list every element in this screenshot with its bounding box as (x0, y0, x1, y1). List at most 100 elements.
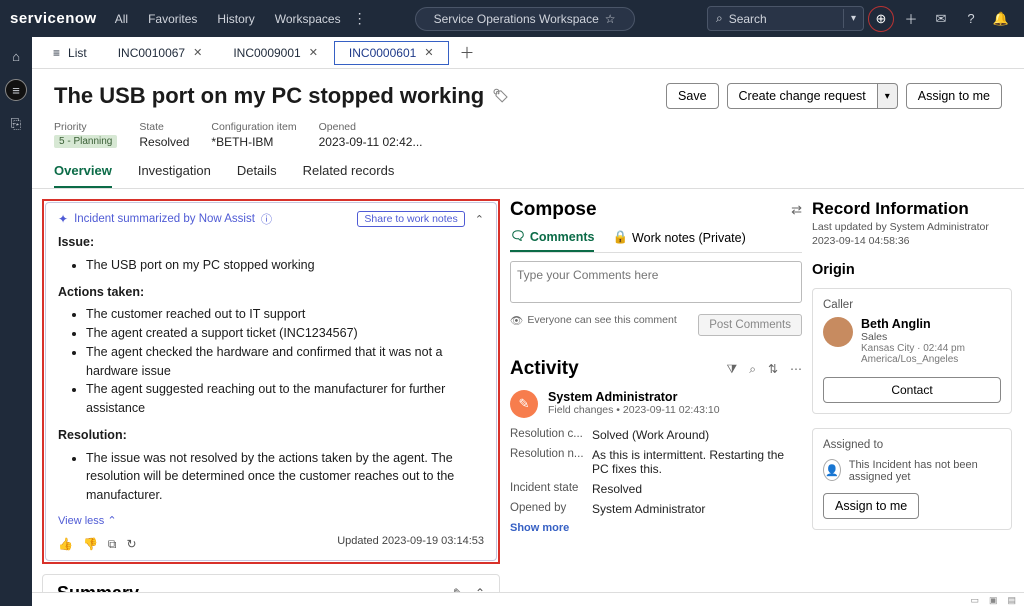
sparkle-icon: ✦ (58, 212, 68, 226)
comments-tab[interactable]: 🗨Comments (510, 229, 594, 252)
priority-badge: 5 - Planning (54, 135, 117, 148)
inbox-icon[interactable]: ⎘ (5, 113, 27, 135)
nav-history[interactable]: History (217, 12, 254, 26)
left-rail: ⌂ ≡ ⎘ (0, 37, 32, 606)
tab-inc0000601[interactable]: INC0000601✕ (334, 41, 449, 65)
field-value: System Administrator (592, 502, 802, 516)
compose-config-icon[interactable]: ⇄ (791, 202, 802, 218)
tab-details[interactable]: Details (237, 163, 277, 188)
nav-favorites[interactable]: Favorites (148, 12, 197, 26)
close-icon[interactable]: ✕ (193, 46, 202, 59)
tab-inc0010067[interactable]: INC0010067✕ (103, 41, 218, 65)
assist-heading: Incident summarized by Now Assist (74, 213, 255, 225)
assigned-card: Assigned to 👤 This Incident has not been… (812, 428, 1012, 530)
tag-icon[interactable]: 🏷 (492, 88, 509, 104)
chat-icon[interactable]: ✉ (928, 6, 954, 32)
status-icon: ▣ (989, 595, 998, 604)
more-icon[interactable]: ⋯ (790, 362, 802, 376)
comments-input[interactable] (510, 261, 802, 303)
contact-button[interactable]: Contact (823, 377, 1001, 403)
compose-title: Compose (510, 199, 597, 221)
workspace-pill[interactable]: Service Operations Workspace ☆ (415, 7, 635, 31)
bell-icon[interactable]: 🔔 (988, 6, 1014, 32)
tab-list[interactable]: ≡List (38, 41, 102, 65)
visibility-note: Everyone can see this comment (527, 314, 676, 327)
thumbs-down-icon[interactable]: 👎 (83, 537, 98, 552)
caller-dept: Sales (861, 331, 965, 343)
new-tab-icon[interactable]: ＋ (450, 42, 485, 63)
collapse-icon[interactable]: ⌃ (475, 213, 484, 226)
refresh-icon[interactable]: ↻ (126, 537, 136, 552)
origin-card: Caller Beth Anglin Sales Kansas City · 0… (812, 288, 1012, 414)
action-item: The agent suggested reaching out to the … (86, 380, 484, 418)
post-comments-button[interactable]: Post Comments (698, 314, 802, 336)
assigned-text: This Incident has not been assigned yet (849, 459, 1001, 483)
top-nav: servicenow All Favorites History Workspa… (0, 0, 1024, 37)
worknotes-tab[interactable]: 🔒Work notes (Private) (612, 229, 745, 252)
list-icon: ≡ (53, 46, 60, 60)
logo: servicenow (10, 10, 97, 27)
status-bar: ▭ ▣ ▤ (32, 592, 1024, 606)
nav-items: All Favorites History Workspaces (115, 12, 341, 26)
save-button[interactable]: Save (666, 83, 719, 109)
record-info-title: Record Information (812, 199, 1012, 219)
tab-investigation[interactable]: Investigation (138, 163, 211, 188)
summary-card: Summary ✎⌃ Short description The USB por… (42, 574, 500, 592)
action-item: The agent created a support ticket (INC1… (86, 324, 484, 343)
issue-label: Issue: (58, 233, 484, 252)
globe-icon[interactable]: ⊕ (868, 6, 894, 32)
avatar (823, 317, 853, 347)
tab-related[interactable]: Related records (303, 163, 395, 188)
lock-icon: 🔒 (612, 230, 628, 245)
search-placeholder: Search (729, 12, 767, 26)
star-icon[interactable]: ☆ (605, 12, 616, 26)
show-more-link[interactable]: Show more (510, 522, 802, 534)
copy-icon[interactable]: ⧉ (108, 537, 117, 552)
thumbs-up-icon[interactable]: 👍 (58, 537, 73, 552)
nav-more-icon[interactable]: ⋮ (353, 10, 367, 27)
actions-label: Actions taken: (58, 283, 484, 302)
summary-title: Summary (57, 583, 139, 592)
now-assist-card: ✦ Incident summarized by Now Assist ⓘ Sh… (45, 202, 497, 561)
create-change-button[interactable]: Create change request (727, 83, 878, 109)
activity-entry: ✎ System Administrator Field changes • 2… (510, 390, 802, 418)
share-to-worknotes-button[interactable]: Share to work notes (357, 211, 464, 227)
person-icon: 👤 (823, 459, 841, 481)
sort-icon[interactable]: ⇅ (768, 362, 778, 376)
ci-link[interactable]: *BETH-IBM (211, 135, 296, 149)
caller-label: Caller (823, 299, 1001, 311)
global-search[interactable]: ⌕ Search ▾ (707, 6, 864, 31)
assign-to-me-button[interactable]: Assign to me (906, 83, 1002, 109)
now-assist-highlight: ✦ Incident summarized by Now Assist ⓘ Sh… (42, 199, 500, 564)
resolution-label: Resolution: (58, 426, 484, 445)
help-icon[interactable]: ? (958, 6, 984, 32)
field-label: Incident state (510, 482, 592, 496)
search-caret-icon[interactable]: ▾ (843, 9, 863, 28)
tab-overview[interactable]: Overview (54, 163, 112, 188)
home-icon[interactable]: ⌂ (5, 45, 27, 67)
view-less-link[interactable]: View less ⌃ (58, 515, 117, 527)
detail-tabs: Overview Investigation Details Related r… (32, 149, 1024, 189)
nav-all[interactable]: All (115, 12, 128, 26)
activity-title: Activity (510, 358, 579, 380)
search-icon[interactable]: ⌕ (749, 362, 756, 377)
record-last-updated: Last updated by System Administrator 202… (812, 221, 1012, 248)
create-change-caret-icon[interactable]: ▾ (878, 83, 898, 109)
filter-icon[interactable]: ⧩ (726, 362, 737, 377)
list-icon[interactable]: ≡ (5, 79, 27, 101)
nav-workspaces[interactable]: Workspaces (275, 12, 341, 26)
caller-name: Beth Anglin (861, 317, 965, 331)
edit-icon: ✎ (510, 390, 538, 418)
field-value: Resolved (592, 482, 802, 496)
origin-heading: Origin (812, 262, 1012, 278)
info-icon[interactable]: ⓘ (261, 211, 272, 227)
action-item: The agent checked the hardware and confi… (86, 343, 484, 381)
assign-to-me-button[interactable]: Assign to me (823, 493, 919, 519)
field-label: Resolution c... (510, 428, 592, 442)
close-icon[interactable]: ✕ (424, 46, 433, 59)
field-label: Opened by (510, 502, 592, 516)
plus-icon[interactable]: ＋ (898, 6, 924, 32)
tab-inc0009001[interactable]: INC0009001✕ (218, 41, 333, 65)
close-icon[interactable]: ✕ (309, 46, 318, 59)
search-icon: ⌕ (716, 11, 723, 26)
